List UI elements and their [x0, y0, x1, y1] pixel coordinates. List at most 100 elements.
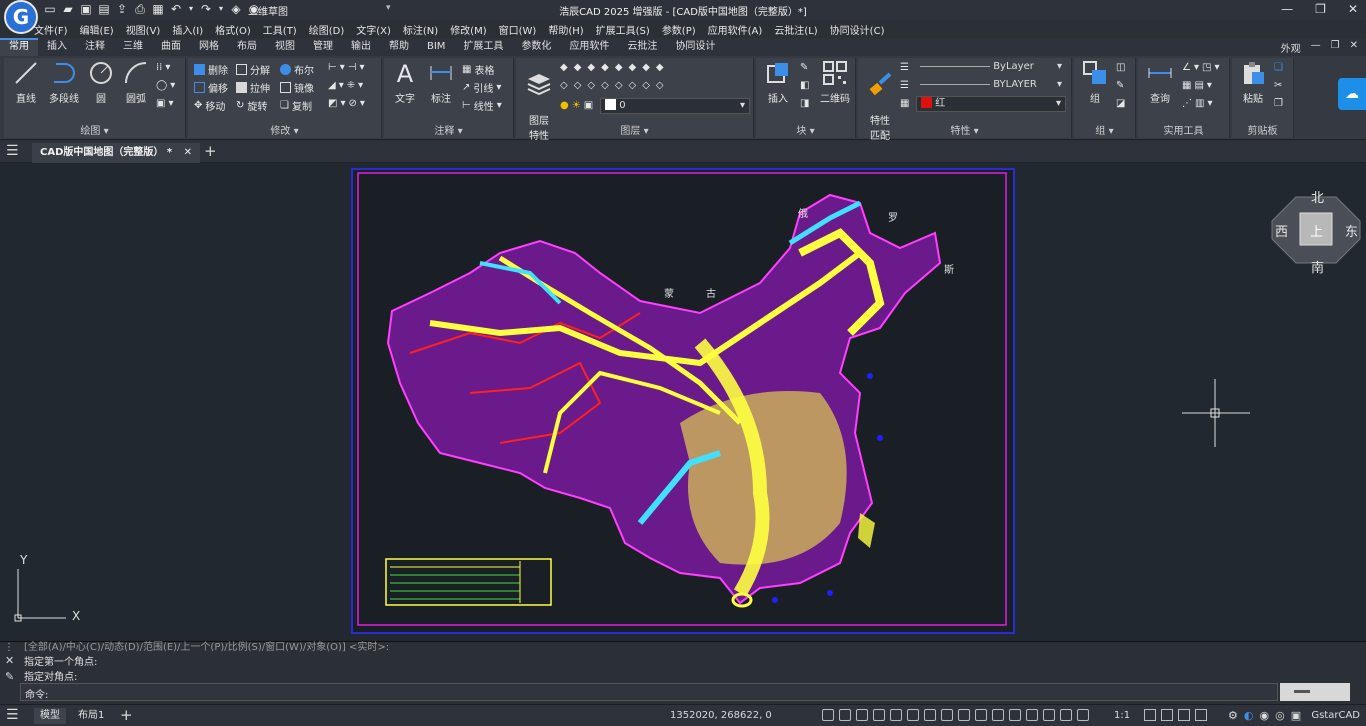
move-button[interactable]: ✥ 移动 — [194, 98, 225, 113]
qrcode-button[interactable]: 二维码 — [816, 60, 854, 105]
ribbon-tab[interactable]: BIM — [418, 38, 454, 56]
linetype-dropdown[interactable]: BYLAYER ▾ — [916, 78, 1066, 94]
menu-item[interactable]: 工具(T) — [263, 22, 297, 37]
clean-screen-icon[interactable]: ▣ — [1291, 709, 1301, 722]
ribbon-tab[interactable]: 帮助 — [380, 38, 418, 56]
copy-base-button[interactable]: ❐ — [1274, 98, 1283, 109]
add-layout-icon[interactable]: + — [120, 706, 133, 724]
menu-item[interactable]: 窗口(W) — [499, 22, 537, 37]
block-create-button[interactable]: ◧ — [800, 80, 809, 91]
ribbon-tab[interactable]: 网格 — [190, 38, 228, 56]
menu-item[interactable]: 编辑(E) — [80, 22, 114, 37]
layout1-tab[interactable]: 布局1 — [72, 708, 110, 724]
ribbon-tab[interactable]: 三维 — [114, 38, 152, 56]
ribbon-tab[interactable]: 布局 — [228, 38, 266, 56]
menu-item[interactable]: 格式(O) — [215, 22, 251, 37]
location-icon[interactable]: ◉ — [1259, 709, 1269, 722]
annotation-panel-label[interactable]: 注释 ▾ — [384, 122, 513, 137]
query-button[interactable]: 查询 — [1142, 60, 1178, 105]
offset-button[interactable]: 偏移 — [194, 80, 228, 95]
rectangle-button[interactable]: ▣ ▾ — [156, 98, 173, 109]
layer-tool-icon[interactable]: ◇ — [560, 80, 568, 91]
layer-tool-icon[interactable]: ◇ — [574, 80, 582, 91]
ribbon-tab[interactable]: 协同设计 — [666, 38, 724, 56]
gear-icon[interactable]: ⚙ — [1228, 709, 1238, 722]
new-file-icon[interactable]: ▭ — [44, 2, 56, 16]
new-tab-plus-icon[interactable]: + — [204, 142, 217, 160]
menu-item[interactable]: 视图(V) — [126, 22, 161, 37]
layer-tool-icon[interactable]: ◇ — [629, 80, 637, 91]
color-dropdown[interactable]: ByLayer ▾ — [916, 60, 1066, 76]
app-logo[interactable]: G — [4, 0, 38, 34]
plot-preview-icon[interactable]: ▦ — [152, 2, 164, 16]
menu-item[interactable]: 文件(F) — [34, 22, 68, 37]
restore-button[interactable]: ❐ — [1315, 2, 1326, 16]
menu-item[interactable]: 参数(P) — [662, 22, 696, 37]
layer-tool-icon[interactable]: ◇ — [615, 80, 623, 91]
save-icon[interactable]: ▣ — [80, 2, 92, 16]
utility-tool-2[interactable]: ▦ ▤ ▾ — [1182, 80, 1212, 91]
annotation-visibility-icon[interactable] — [1144, 709, 1156, 721]
line-button[interactable]: 直线 — [8, 60, 44, 105]
appearance-menu[interactable]: 外观 — [1281, 40, 1301, 55]
menu-item[interactable]: 绘图(D) — [309, 22, 345, 37]
boolean-button[interactable]: 布尔 — [280, 62, 314, 77]
annotation-scale[interactable]: 1:1 — [1114, 710, 1130, 721]
ribbon-restore-button[interactable]: ❐ — [1331, 40, 1340, 55]
drawing-canvas[interactable]: 北 南 西 东 上 Y X 俄 罗 斯 蒙 古 — [0, 163, 1366, 641]
rotate-button[interactable]: ↻ 旋转 — [236, 98, 267, 113]
layer-panel-label[interactable]: 图层 ▾ — [516, 122, 753, 137]
mirror-button[interactable]: 镜像 — [280, 80, 314, 95]
isolate-icon[interactable]: ◐ — [1244, 709, 1254, 722]
hatch-button[interactable]: ⁞⁞ ▾ — [156, 62, 170, 73]
redo-icon[interactable]: ↷ — [200, 2, 212, 16]
ungroup-button[interactable]: ◫ — [1116, 62, 1125, 73]
cloud-service-button[interactable]: ☁ — [1338, 78, 1366, 110]
lock-ui-icon[interactable] — [1195, 709, 1207, 721]
menu-item[interactable]: 协同设计(C) — [830, 22, 885, 37]
trim-button[interactable]: ⊢ ▾ ⊣ ▾ — [328, 62, 365, 73]
compass-west[interactable]: 西 — [1275, 221, 1288, 240]
ribbon-tab[interactable]: 参数化 — [512, 38, 560, 56]
menu-item[interactable]: 帮助(H) — [548, 22, 583, 37]
layer-tool-icon[interactable]: ◇ — [601, 80, 609, 91]
block-attr-button[interactable]: ◨ — [800, 98, 809, 109]
layer-iso-icon[interactable] — [1043, 709, 1055, 721]
dyn-toggle-icon[interactable] — [941, 709, 953, 721]
ribbon-tab[interactable]: 注释 — [76, 38, 114, 56]
group-edit-button[interactable]: ✎ — [1116, 80, 1124, 91]
sun-icon[interactable]: ☀ — [572, 100, 581, 111]
polar-toggle-icon[interactable] — [873, 709, 885, 721]
layer-tool-icon[interactable]: ◆ — [601, 62, 609, 73]
pan-toggle-icon[interactable] — [1077, 709, 1089, 721]
layer-tool-icon[interactable]: ◇ — [642, 80, 650, 91]
leader-button[interactable]: ↗ 引线 ▾ — [462, 80, 501, 95]
command-scrollbar[interactable] — [1280, 683, 1350, 701]
ducs-toggle-icon[interactable] — [924, 709, 936, 721]
paste-button[interactable]: 粘贴 — [1236, 60, 1270, 105]
workspace-switch-icon[interactable] — [1178, 709, 1190, 721]
ribbon-tab[interactable]: 视图 — [266, 38, 304, 56]
command-grip-icon[interactable]: ⋮ — [4, 642, 14, 653]
command-settings-icon[interactable]: ✎ — [5, 670, 14, 683]
undo-icon[interactable]: ↶ — [170, 2, 182, 16]
ribbon-tab[interactable]: 管理 — [304, 38, 342, 56]
workspace-dropdown-icon[interactable]: ▾ — [386, 3, 391, 13]
ellipse-button[interactable]: ◯ ▾ — [156, 80, 175, 91]
block-panel-label[interactable]: 块 ▾ — [756, 122, 855, 137]
draw-panel-label[interactable]: 绘图 ▾ — [4, 122, 185, 137]
stretch-button[interactable]: 拉伸 — [236, 80, 270, 95]
layer-tool-icon[interactable]: ◆ — [574, 62, 582, 73]
scale-button[interactable]: ◩ ▾ ⊘ ▾ — [328, 98, 365, 109]
ribbon-tab[interactable]: 曲面 — [152, 38, 190, 56]
group-panel-label[interactable]: 组 ▾ — [1074, 122, 1135, 137]
compass-north[interactable]: 北 — [1311, 187, 1324, 206]
zoom-toggle-icon[interactable] — [1060, 709, 1072, 721]
print-icon[interactable]: ⎙ — [134, 2, 146, 16]
menu-item[interactable]: 修改(M) — [450, 22, 486, 37]
viewcube-top-label[interactable]: 上 — [1310, 221, 1323, 240]
layer-tool-icon[interactable]: ◆ — [560, 62, 568, 73]
ribbon-tab[interactable]: 常用 — [0, 38, 38, 56]
undo-dropdown-icon[interactable]: ▾ — [188, 2, 194, 16]
ribbon-tab[interactable]: 输出 — [342, 38, 380, 56]
